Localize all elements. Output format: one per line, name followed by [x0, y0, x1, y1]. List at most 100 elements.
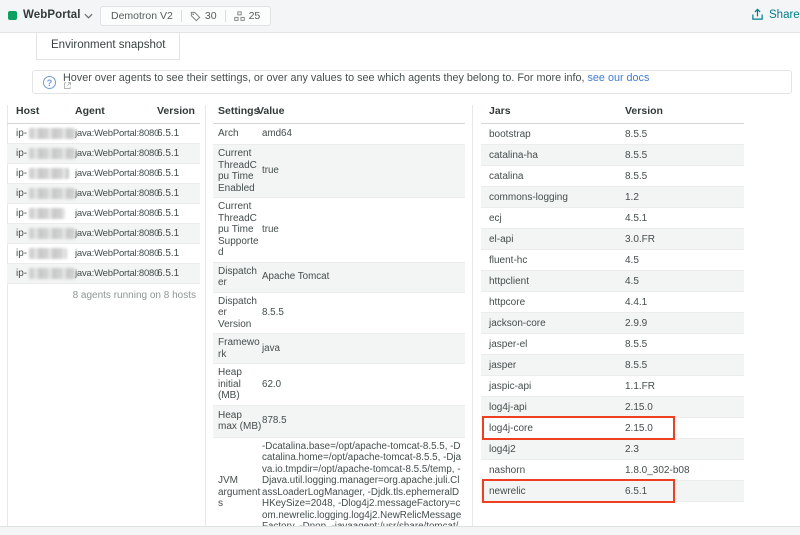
entity-label: Demotron V2: [111, 10, 173, 22]
banner-text: Hover over agents to see their settings,…: [63, 72, 651, 93]
setting-name: Heap initial (MB): [218, 367, 242, 401]
setting-row[interactable]: Framework java: [213, 334, 465, 364]
jar-version: 3.0.FR: [625, 233, 656, 245]
setting-value: 878.5: [262, 415, 287, 427]
setting-name: Dispatcher: [218, 265, 257, 289]
tags-count[interactable]: 30: [190, 10, 217, 22]
jar-row[interactable]: jackson-core 2.9.9: [481, 313, 744, 334]
agent-version-cell: 6.5.1: [157, 188, 180, 199]
agent-row[interactable]: ip- java:WebPortal:8080 6.5.1: [7, 264, 200, 284]
entity-meta-pill[interactable]: Demotron V2 30 25: [100, 6, 272, 26]
environment-snapshot-page: { "topbar": { "app_name": "WebPortal", "…: [0, 0, 800, 535]
agents-table: Host Agent Version ip- java:WebPortal:80…: [7, 105, 200, 526]
jar-row[interactable]: log4j-api 2.15.0: [481, 397, 744, 418]
redacted-host-value: [29, 128, 75, 139]
setting-row[interactable]: Dispatcher Apache Tomcat: [213, 262, 465, 293]
jar-row[interactable]: httpclient 4.5: [481, 271, 744, 292]
column-header-jars: Jars: [489, 105, 511, 117]
host-cell: ip-: [7, 228, 75, 239]
agents-table-body: ip- java:WebPortal:8080 6.5.1 ip- java:W…: [7, 124, 200, 284]
host-cell: ip-: [7, 188, 75, 199]
jar-row[interactable]: commons-logging 1.2: [481, 187, 744, 208]
agent-version-cell: 6.5.1: [157, 248, 180, 259]
jar-row[interactable]: newrelic 6.5.1: [481, 479, 744, 503]
agent-row[interactable]: ip- java:WebPortal:8080 6.5.1: [7, 164, 200, 184]
setting-row[interactable]: Current ThreadCpu Time Enabled true: [213, 145, 465, 198]
setting-name: Framework: [218, 337, 260, 360]
jar-name: jasper: [489, 359, 517, 371]
redacted-host-value: [29, 168, 70, 179]
jar-row[interactable]: log4j2 2.3: [481, 439, 744, 460]
setting-name: Arch: [218, 128, 239, 140]
jar-row[interactable]: jaspic-api 1.1.FR: [481, 376, 744, 397]
agent-version-cell: 6.5.1: [157, 268, 180, 279]
jars-table-header: Jars Version: [481, 105, 744, 124]
agent-row[interactable]: ip- java:WebPortal:8080 6.5.1: [7, 244, 200, 264]
agent-row[interactable]: ip- java:WebPortal:8080 6.5.1: [7, 144, 200, 164]
help-icon[interactable]: ?: [43, 75, 56, 89]
app-name[interactable]: WebPortal: [23, 9, 81, 21]
jar-row[interactable]: nashorn 1.8.0_302-b08: [481, 460, 744, 481]
host-cell: ip-: [7, 248, 75, 259]
jar-row[interactable]: jasper-el 8.5.5: [481, 334, 744, 355]
jar-version: 2.15.0: [625, 422, 653, 434]
setting-row[interactable]: Arch amd64: [213, 124, 465, 145]
setting-row[interactable]: Dispatcher Version 8.5.5: [213, 293, 465, 334]
setting-name: JVM arguments: [218, 475, 261, 509]
jar-row[interactable]: catalina-ha 8.5.5: [481, 145, 744, 166]
jar-row[interactable]: el-api 3.0.FR: [481, 229, 744, 250]
setting-row[interactable]: Heap initial (MB) 62.0: [213, 364, 465, 406]
jar-row[interactable]: catalina 8.5.5: [481, 166, 744, 187]
setting-name: Current ThreadCpu Time Supported: [218, 201, 259, 258]
setting-value: 8.5.5: [262, 307, 284, 318]
setting-row[interactable]: JVM arguments -Dcatalina.base=/opt/apach…: [213, 438, 465, 527]
redacted-host-value: [29, 228, 75, 239]
divider: [180, 10, 182, 22]
jar-version: 4.5.1: [625, 212, 648, 224]
jar-row[interactable]: ecj 4.5.1: [481, 208, 744, 229]
column-header-value: Value: [257, 105, 285, 117]
setting-value: -Dcatalina.base=/opt/apache-tomcat-8.5.5…: [262, 440, 462, 527]
redacted-host-value: [29, 248, 68, 259]
agent-cell: java:WebPortal:8080: [75, 268, 160, 279]
chevron-down-icon[interactable]: [84, 13, 93, 19]
agent-cell: java:WebPortal:8080: [75, 148, 160, 159]
jar-row[interactable]: httpcore 4.4.1: [481, 292, 744, 313]
agent-version-cell: 6.5.1: [157, 128, 180, 139]
jar-version: 2.15.0: [625, 401, 653, 413]
host-cell: ip-: [7, 268, 75, 279]
agent-row[interactable]: ip- java:WebPortal:8080 6.5.1: [7, 184, 200, 204]
agent-cell: java:WebPortal:8080: [75, 168, 160, 179]
jar-name: jasper-el: [489, 338, 528, 350]
host-cell: ip-: [7, 128, 75, 139]
agent-version-cell: 6.5.1: [157, 168, 180, 179]
agent-version-cell: 6.5.1: [157, 208, 180, 219]
agent-row[interactable]: ip- java:WebPortal:8080 6.5.1: [7, 224, 200, 244]
jar-name: httpcore: [489, 296, 526, 308]
jar-version: 6.5.1: [625, 485, 648, 497]
agent-row[interactable]: ip- java:WebPortal:8080 6.5.1: [7, 124, 200, 144]
jar-version: 8.5.5: [625, 338, 648, 350]
jar-row[interactable]: bootstrap 8.5.5: [481, 124, 744, 145]
setting-row[interactable]: Heap max (MB) 878.5: [213, 405, 465, 438]
agent-cell: java:WebPortal:8080: [75, 188, 160, 199]
jar-row[interactable]: fluent-hc 4.5: [481, 250, 744, 271]
jar-row[interactable]: jasper 8.5.5: [481, 355, 744, 376]
jar-name: el-api: [489, 233, 514, 245]
jar-version: 8.5.5: [625, 170, 648, 182]
agent-row[interactable]: ip- java:WebPortal:8080 6.5.1: [7, 204, 200, 224]
share-button[interactable]: Share: [751, 8, 800, 21]
column-header-version: Version: [625, 105, 663, 117]
settings-table-body: Arch amd64 Current ThreadCpu Time Enable…: [213, 124, 465, 527]
jar-name: jackson-core: [489, 317, 546, 329]
setting-row[interactable]: Current ThreadCpu Time Supported true: [213, 198, 465, 263]
tab-environment-snapshot[interactable]: Environment snapshot: [36, 33, 181, 60]
related-entities-count[interactable]: 25: [233, 10, 260, 22]
agent-cell: java:WebPortal:8080: [75, 128, 160, 139]
jar-version: 1.8.0_302-b08: [625, 464, 690, 476]
divider: [205, 105, 206, 526]
setting-value: Apache Tomcat: [262, 271, 330, 283]
jar-row[interactable]: log4j-core 2.15.0: [481, 416, 744, 440]
jar-version: 4.4.1: [625, 296, 648, 308]
health-status-indicator: [8, 11, 17, 20]
